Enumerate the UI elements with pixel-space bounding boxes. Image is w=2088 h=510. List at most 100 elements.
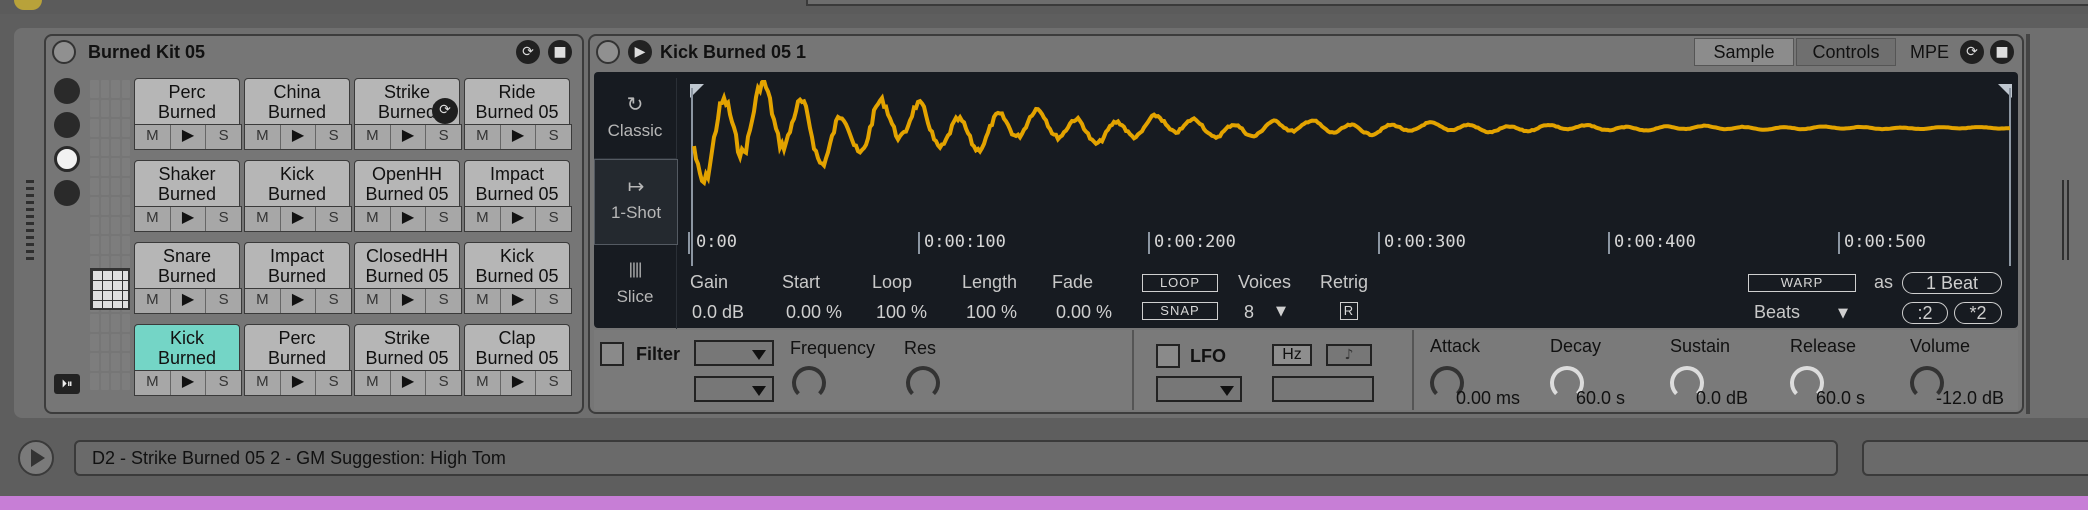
pad-overview-cell[interactable] [111,333,120,351]
pad-overview-cell[interactable] [111,99,120,117]
pad-play-button[interactable]: ▶ [500,289,537,313]
pad-label[interactable]: Snare Burned [134,242,240,288]
drum-pad[interactable]: Kick Burned M ▶ S [244,160,352,232]
pad-overview-cell[interactable] [100,314,109,332]
pad-label[interactable]: China Burned [244,78,350,124]
drum-pad[interactable]: Perc Burned M ▶ S [244,324,352,396]
pad-overview-cell[interactable] [111,80,120,98]
pad-overview-cell[interactable] [100,333,109,351]
pad-overview-cell[interactable] [121,119,130,137]
pad-overview-cell[interactable] [90,333,99,351]
pad-label[interactable]: Kick Burned [244,160,350,206]
rack-right-grip[interactable] [2062,180,2070,260]
pad-overview-cell[interactable] [121,216,130,234]
pad-overview-cell[interactable] [90,177,99,195]
pad-overview-cell[interactable] [100,216,109,234]
pad-solo-button[interactable]: S [206,289,242,313]
sampler-save-icon[interactable]: ■ [1990,40,2014,64]
pad-solo-button[interactable]: S [206,371,242,395]
pad-label[interactable]: Kick Burned [134,324,240,370]
filter-type-dropdown[interactable] [694,340,774,366]
pad-overview-cell[interactable] [100,372,109,390]
tab-controls[interactable]: Controls [1796,38,1896,66]
frequency-knob[interactable] [792,366,826,400]
sampler-activator-button[interactable] [596,40,620,64]
drum-pad[interactable]: Strike Burned 05 M ▶ S [354,324,462,396]
pad-mute-button[interactable]: M [245,371,281,395]
pad-mute-button[interactable]: M [355,125,391,149]
mode-classic[interactable]: ↻ Classic [594,78,677,159]
pad-overview-cell[interactable] [90,216,99,234]
pad-play-button[interactable]: ▶ [280,125,317,149]
drum-pad[interactable]: Snare Burned M ▶ S [134,242,242,314]
pad-solo-button[interactable]: S [426,289,462,313]
pad-play-button[interactable]: ▶ [170,125,207,149]
sustain-value[interactable]: 0.0 dB [1696,388,1748,409]
retrig-toggle[interactable]: R [1340,302,1358,320]
lfo-rate-field[interactable] [1272,376,1374,402]
pad-overview-cell[interactable] [111,353,120,371]
pad-mute-button[interactable]: M [135,125,171,149]
drum-pad[interactable]: Kick Burned M ▶ S [134,324,242,396]
drum-pad[interactable]: Impact Burned M ▶ S [244,242,352,314]
pad-mute-button[interactable]: M [245,207,281,231]
warp-mode-value[interactable]: Beats [1754,302,1800,323]
pad-overview-cell[interactable] [121,236,130,254]
pad-solo-button[interactable]: S [536,207,572,231]
drum-pad[interactable]: China Burned M ▶ S [244,78,352,150]
drum-pad[interactable]: ClosedHH Burned 05 M ▶ S [354,242,462,314]
pad-overview-cell[interactable] [121,372,130,390]
warp-mode-dropdown-icon[interactable]: ▼ [1838,306,1848,321]
rack-grip[interactable] [26,180,34,260]
snap-toggle[interactable]: SNAP [1142,302,1218,320]
warp-toggle[interactable]: WARP [1748,274,1856,292]
lfo-sync-button[interactable]: ♪ [1326,344,1372,366]
pad-overview-cell[interactable] [90,158,99,176]
pad-solo-button[interactable]: S [536,289,572,313]
pad-label[interactable]: Kick Burned 05 [464,242,570,288]
pad-overview-cell[interactable] [121,158,130,176]
mpe-label[interactable]: MPE [1910,42,1949,63]
loop-value[interactable]: 100 % [876,302,927,323]
double-button[interactable]: *2 [1954,302,2002,324]
pad-play-button[interactable]: ▶ [390,125,427,149]
pad-label[interactable]: Ride Burned 05 [464,78,570,124]
pad-overview-cell[interactable] [100,353,109,371]
pad-overview-cell[interactable] [111,177,120,195]
pad-overview-cell[interactable] [100,119,109,137]
beat-length-field[interactable]: 1 Beat [1902,272,2002,294]
pad-solo-button[interactable]: S [316,289,352,313]
pad-mute-button[interactable]: M [465,207,501,231]
lfo-enable-checkbox[interactable] [1156,344,1180,368]
pad-overview-cell[interactable] [100,99,109,117]
pad-play-button[interactable]: ▶ [500,207,537,231]
pad-overview-cell[interactable] [121,314,130,332]
pad-label[interactable]: Perc Burned [244,324,350,370]
rack-io-icon[interactable]: ⏵⏸ [54,374,80,394]
pad-play-button[interactable]: ▶ [390,207,427,231]
pad-overview-cell[interactable] [111,138,120,156]
release-value[interactable]: 60.0 s [1816,388,1865,409]
pad-overview-cell[interactable] [90,236,99,254]
lfo-hz-button[interactable]: Hz [1272,344,1312,366]
pad-mute-button[interactable]: M [135,207,171,231]
start-value[interactable]: 0.00 % [786,302,842,323]
pad-solo-button[interactable]: S [316,207,352,231]
hot-swap-icon[interactable]: ⟳ [516,40,540,64]
halve-button[interactable]: :2 [1902,302,1948,324]
pad-overview-cell[interactable] [111,216,120,234]
tab-sample[interactable]: Sample [1694,38,1794,66]
pad-solo-button[interactable]: S [426,207,462,231]
pad-overview-cell[interactable] [90,197,99,215]
pad-play-button[interactable]: ▶ [170,207,207,231]
pad-play-button[interactable]: ▶ [170,371,207,395]
pad-overview-cell[interactable] [90,353,99,371]
loop-toggle[interactable]: LOOP [1142,274,1218,292]
filter-enable-checkbox[interactable] [600,342,624,366]
pad-overview-cell[interactable] [100,197,109,215]
rack-pad-view-icon[interactable] [54,146,80,172]
pad-solo-button[interactable]: S [206,207,242,231]
pad-mute-button[interactable]: M [245,125,281,149]
sampler-hot-swap-icon[interactable]: ⟳ [1960,40,1984,64]
device-activator-button[interactable] [52,40,76,64]
